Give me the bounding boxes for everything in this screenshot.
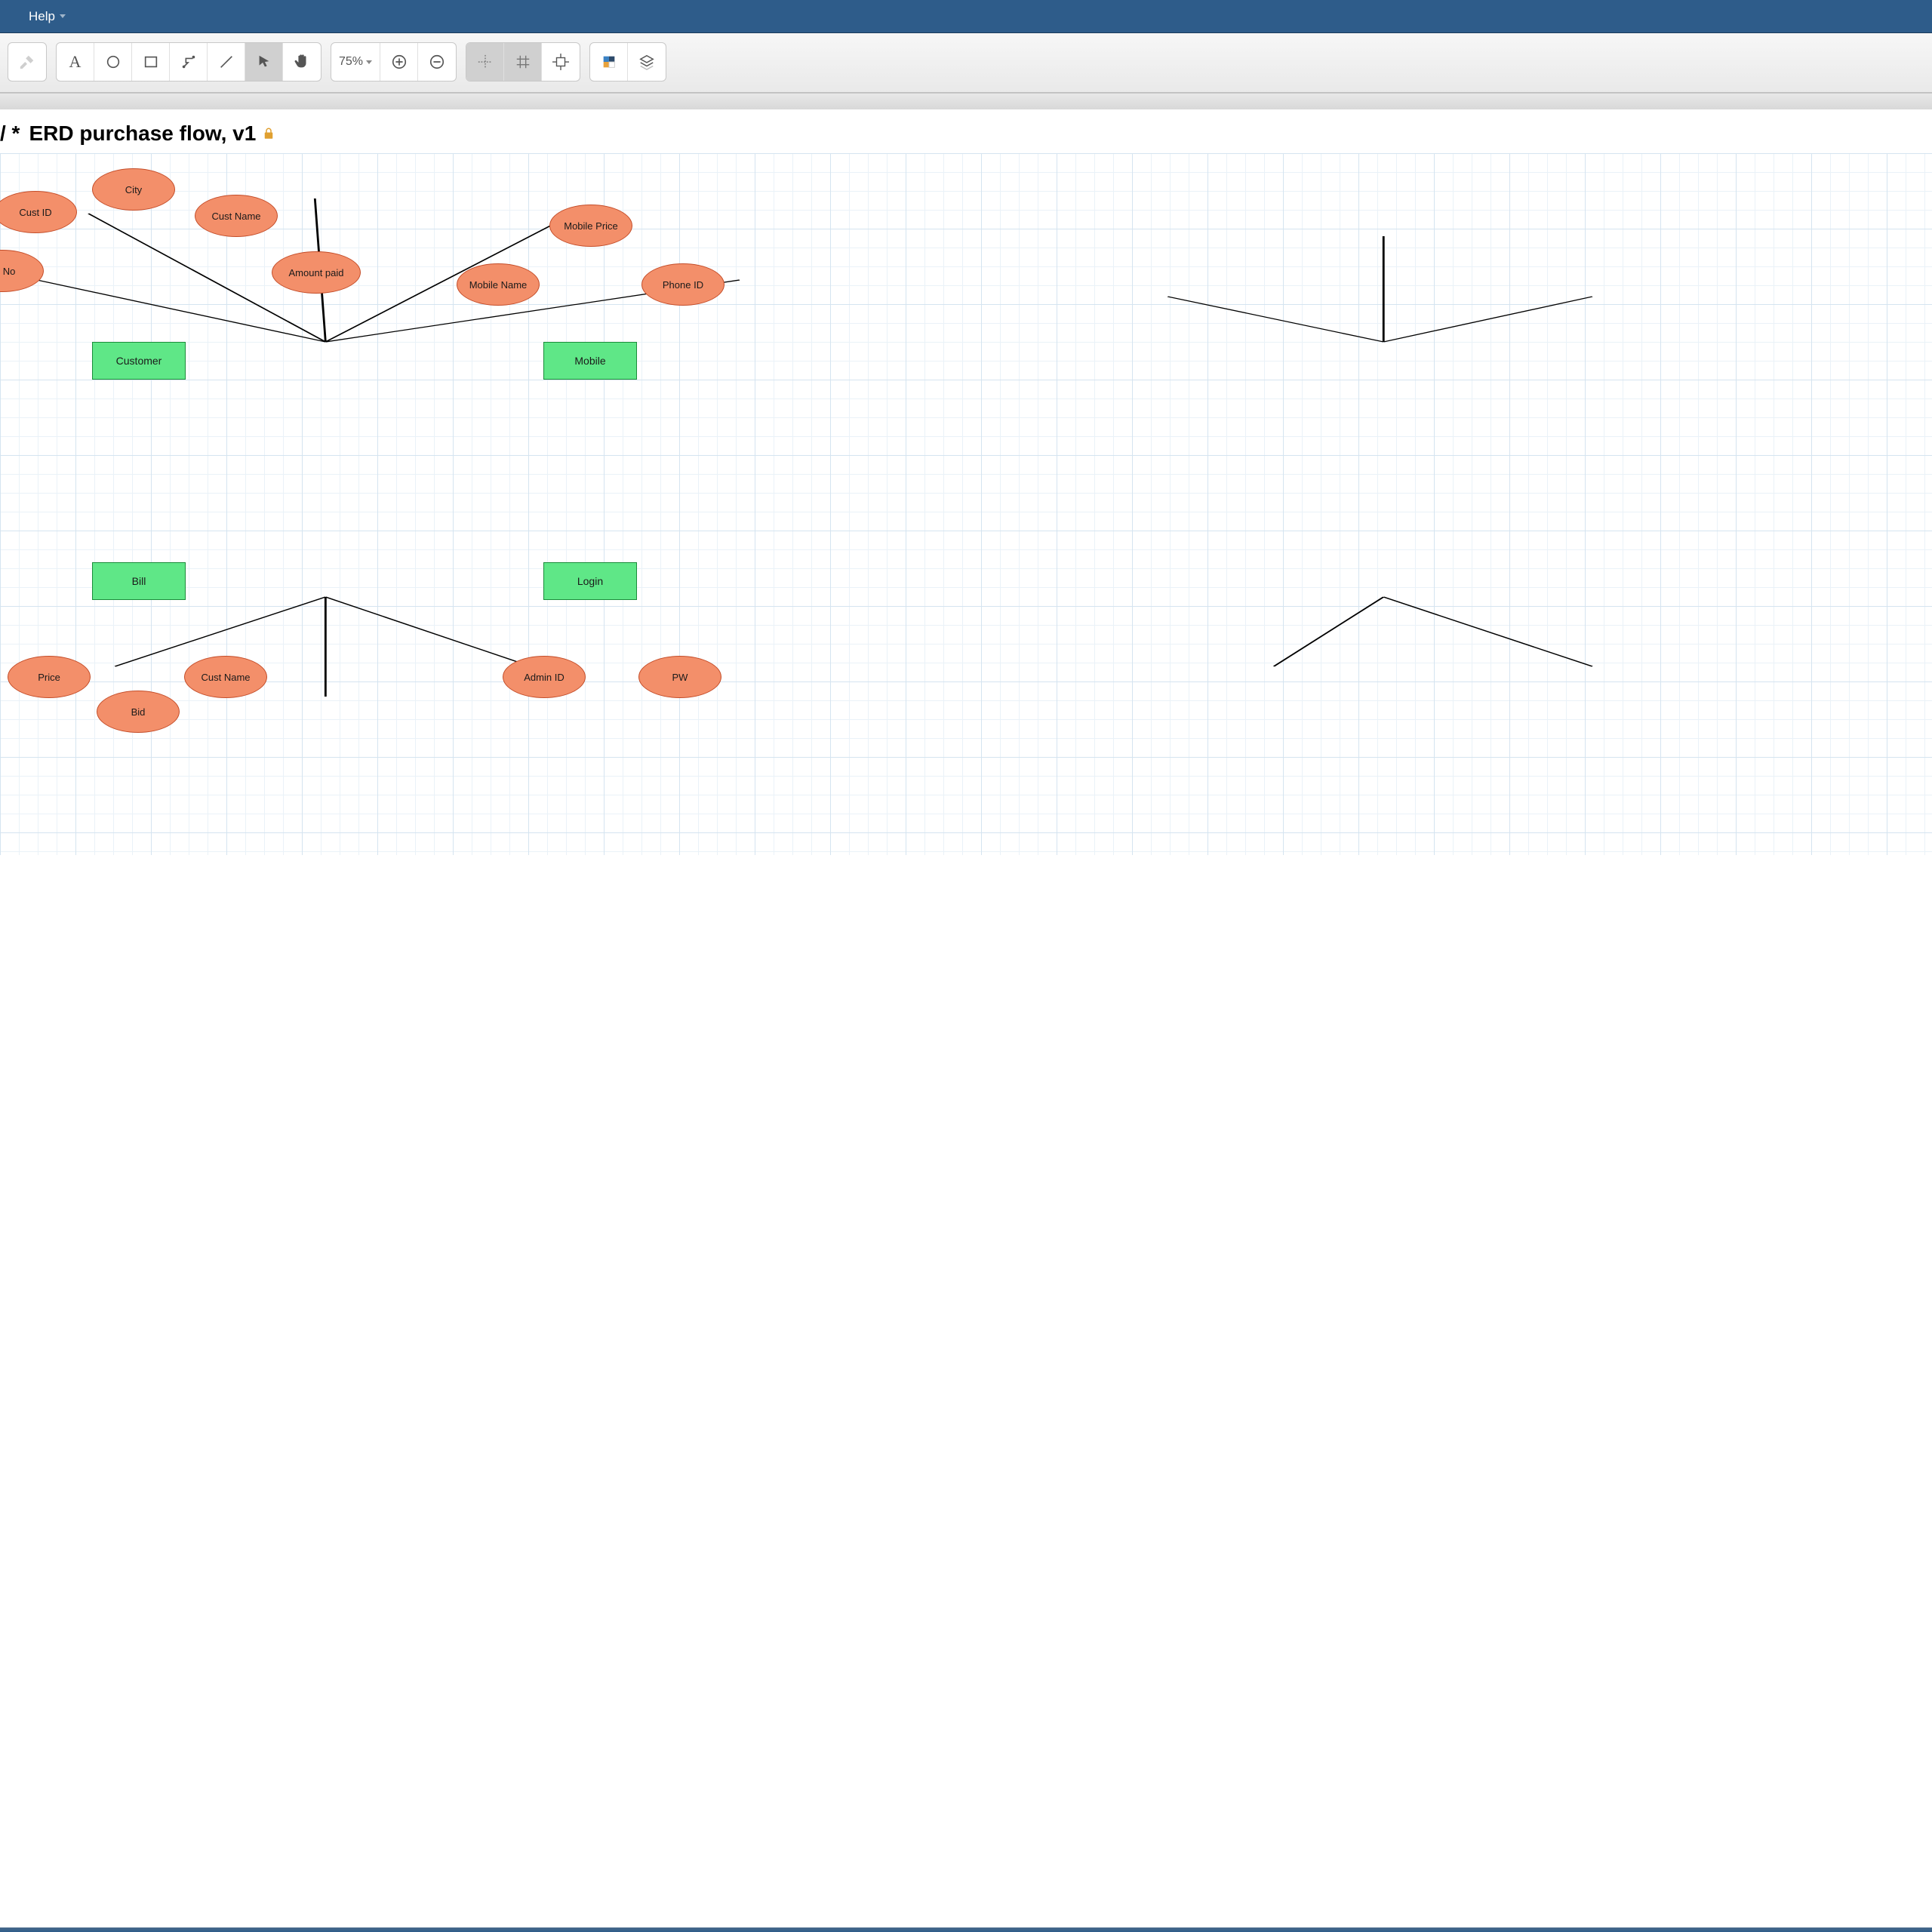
attr-mobile-price[interactable]: Mobile Price [549, 205, 632, 247]
zoom-select[interactable]: 75% [331, 43, 380, 81]
menu-help-label: Help [29, 9, 55, 24]
connector-icon [180, 54, 197, 70]
attr-city[interactable]: City [92, 168, 175, 211]
entity-label: Mobile [574, 355, 605, 367]
attr-label: Amount paid [289, 267, 344, 278]
line-tool-button[interactable] [208, 43, 245, 81]
attr-cust-name[interactable]: Cust Name [195, 195, 278, 237]
entity-label: Login [577, 575, 603, 587]
attr-pw[interactable]: PW [638, 656, 721, 698]
attr-admin-id[interactable]: Admin ID [503, 656, 586, 698]
crosshair-icon [477, 54, 494, 70]
toolbar: A 75% [0, 33, 1932, 93]
attr-label: Cust Name [201, 672, 250, 683]
entity-mobile[interactable]: Mobile [543, 342, 637, 380]
attr-label: Mobile Price [564, 220, 618, 232]
chevron-down-icon [366, 60, 372, 64]
attr-price[interactable]: Price [8, 656, 91, 698]
attr-amount-paid[interactable]: Amount paid [272, 251, 361, 294]
snap-object-button[interactable] [542, 43, 580, 81]
tool-group-view [589, 42, 666, 82]
attr-phone-no[interactable]: ne No [0, 250, 44, 292]
connector-tool-button[interactable] [170, 43, 208, 81]
pan-tool-button[interactable] [283, 43, 321, 81]
hand-icon [294, 54, 310, 70]
attr-label: PW [672, 672, 688, 683]
document-titlebar: / * ERD purchase flow, v1 [0, 109, 1932, 153]
canvas-wrap: Customer Cust ID City Cust Name ne No Am… [0, 153, 1932, 855]
rect-tool-button[interactable] [132, 43, 170, 81]
line-icon [218, 54, 235, 70]
color-palette-button[interactable] [590, 43, 628, 81]
entity-label: Bill [132, 575, 146, 587]
breadcrumb-prefix: / * [0, 122, 20, 146]
minus-circle-icon [429, 54, 445, 70]
attr-cust-name-bill[interactable]: Cust Name [184, 656, 267, 698]
format-painter-button[interactable] [8, 43, 46, 81]
text-icon: A [69, 52, 82, 72]
snap-grid-button[interactable] [504, 43, 542, 81]
ellipse-tool-button[interactable] [94, 43, 132, 81]
attr-label: Phone ID [663, 279, 703, 291]
menubar: Help [0, 0, 1932, 33]
menu-help[interactable]: Help [15, 9, 79, 24]
tool-group-snap [466, 42, 580, 82]
paintbrush-icon [19, 54, 35, 70]
status-bar [0, 1927, 1932, 1932]
grid-icon [515, 54, 531, 70]
zoom-label: 75% [339, 55, 363, 69]
tool-group-paint [8, 42, 47, 82]
zoom-out-button[interactable] [418, 43, 456, 81]
snap-icon [552, 54, 569, 70]
attr-label: Admin ID [524, 672, 564, 683]
tool-group-zoom: 75% [331, 42, 457, 82]
diagram-canvas[interactable]: Customer Cust ID City Cust Name ne No Am… [0, 153, 1932, 855]
text-tool-button[interactable]: A [57, 43, 94, 81]
layers-icon [638, 54, 655, 70]
entity-bill[interactable]: Bill [92, 562, 186, 600]
attr-label: Bid [131, 706, 146, 718]
attr-label: Mobile Name [469, 279, 528, 291]
attr-label: City [125, 184, 142, 195]
toolbar-shelf [0, 93, 1932, 109]
entity-login[interactable]: Login [543, 562, 637, 600]
attr-mobile-name[interactable]: Mobile Name [457, 263, 540, 306]
entity-label: Customer [116, 355, 162, 367]
chevron-down-icon [60, 14, 66, 18]
circle-icon [105, 54, 122, 70]
plus-circle-icon [391, 54, 408, 70]
layers-button[interactable] [628, 43, 666, 81]
snap-guides-button[interactable] [466, 43, 504, 81]
pointer-icon [256, 54, 272, 70]
select-tool-button[interactable] [245, 43, 283, 81]
attr-label: ne No [0, 266, 15, 277]
zoom-in-button[interactable] [380, 43, 418, 81]
attr-phone-id[interactable]: Phone ID [641, 263, 724, 306]
square-icon [143, 54, 159, 70]
attr-bid[interactable]: Bid [97, 691, 180, 733]
page-title[interactable]: ERD purchase flow, v1 [29, 122, 256, 146]
attr-cust-id[interactable]: Cust ID [0, 191, 77, 233]
lock-icon [262, 127, 275, 140]
attr-label: Cust ID [19, 207, 51, 218]
attr-label: Price [38, 672, 60, 683]
attr-label: Cust Name [211, 211, 260, 222]
entity-customer[interactable]: Customer [92, 342, 186, 380]
palette-icon [601, 54, 617, 70]
tool-group-shapes: A [56, 42, 321, 82]
